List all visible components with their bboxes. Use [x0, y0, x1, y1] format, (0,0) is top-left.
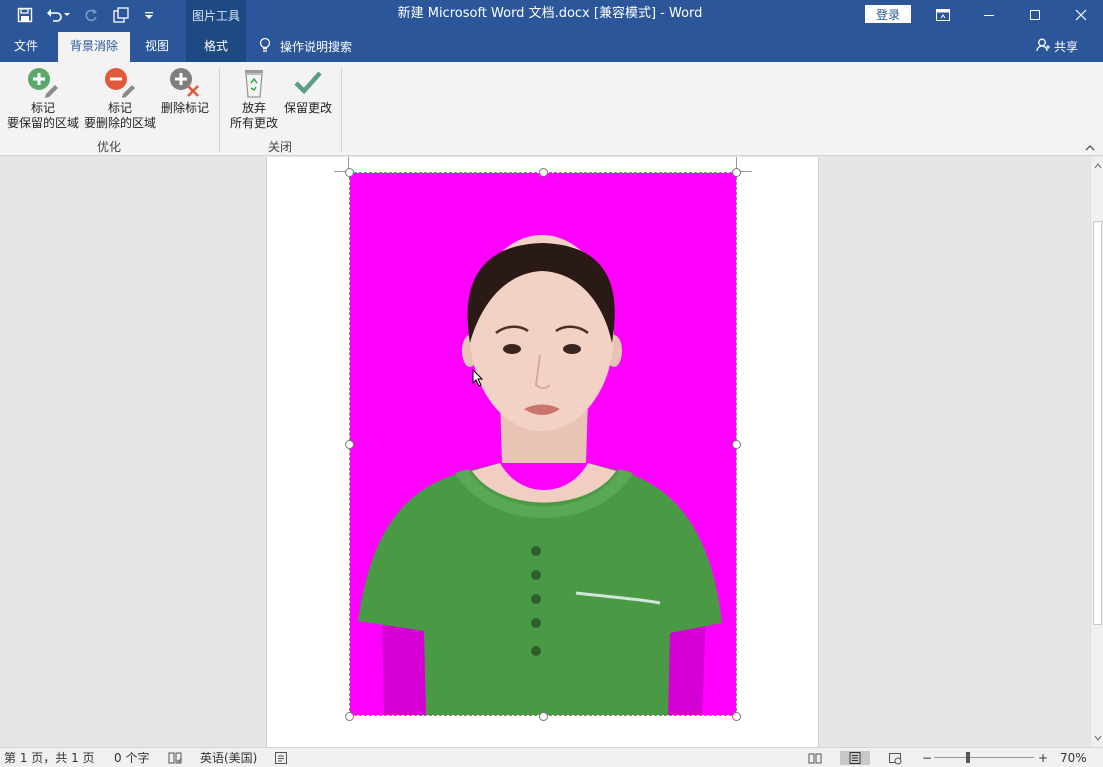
title-bar: 图片工具 新建 Microsoft Word 文档.docx [兼容模式] - …: [0, 0, 1103, 30]
discard-line1: 放弃: [241, 101, 266, 115]
plus-pencil-icon: [26, 66, 60, 100]
zoom-slider-track[interactable]: [934, 757, 1034, 758]
resize-handle-top[interactable]: [539, 168, 548, 177]
zoom-out-icon[interactable]: −: [922, 748, 932, 767]
status-bar: 第 1 页，共 1 页 0 个字 英语(美国) − + 70%: [0, 747, 1103, 767]
mark-keep-line1: 标记: [30, 101, 55, 115]
delete-mark-button[interactable]: 删除标记: [158, 66, 212, 116]
mark-remove-line1: 标记: [107, 101, 132, 115]
keep-changes-label: 保留更改: [283, 101, 332, 115]
group-close-label: 关闭: [267, 140, 292, 154]
mouse-cursor-icon: [472, 368, 484, 390]
scrollbar-thumb[interactable]: [1093, 221, 1102, 625]
portrait-photo: [350, 173, 736, 715]
mark-keep-line2: 要保留的区域: [6, 116, 79, 130]
selected-picture[interactable]: [349, 172, 737, 716]
window-title: 新建 Microsoft Word 文档.docx [兼容模式] - Word: [397, 6, 703, 21]
group-separator: [341, 68, 342, 152]
close-icon[interactable]: [1058, 0, 1103, 30]
document-area[interactable]: [0, 157, 1090, 747]
picture-tools-header: 图片工具: [186, 0, 246, 30]
tab-format[interactable]: 格式: [186, 30, 246, 62]
tell-me-search[interactable]: 操作说明搜索: [258, 30, 352, 62]
zoom-slider-thumb[interactable]: [966, 752, 970, 763]
zoom-in-icon[interactable]: +: [1038, 748, 1048, 767]
resize-handle-right[interactable]: [732, 440, 741, 449]
resize-handle-bottom-right[interactable]: [732, 712, 741, 721]
proofing-icon[interactable]: [168, 751, 182, 765]
delete-mark-label: 删除标记: [160, 101, 209, 115]
tab-file[interactable]: 文件: [0, 30, 52, 62]
login-button[interactable]: 登录: [865, 5, 911, 23]
resize-handle-bottom[interactable]: [539, 712, 548, 721]
resize-handle-bottom-left[interactable]: [345, 712, 354, 721]
minimize-icon[interactable]: [966, 0, 1012, 30]
print-layout-icon[interactable]: [840, 751, 870, 765]
tab-background-removal[interactable]: 背景消除: [58, 32, 130, 62]
scroll-up-icon[interactable]: [1091, 159, 1103, 173]
language[interactable]: 英语(美国): [200, 748, 257, 767]
ribbon: 标记 要保留的区域 标记 要删除的区域 删除标记 优化 放弃 所有更改 保留更改…: [0, 62, 1103, 156]
redo-icon[interactable]: [80, 4, 102, 26]
minus-pencil-icon: [103, 66, 137, 100]
share-label: 共享: [1054, 39, 1079, 54]
undo-dropdown-icon[interactable]: [62, 4, 72, 26]
person-icon: [1036, 38, 1050, 55]
delete-mark-icon: [168, 66, 202, 100]
read-mode-icon[interactable]: [808, 751, 822, 765]
discard-line2: 所有更改: [229, 116, 278, 130]
resize-handle-left[interactable]: [345, 440, 354, 449]
macro-recording-icon[interactable]: [274, 751, 288, 765]
mark-areas-to-remove-button[interactable]: 标记 要删除的区域: [82, 66, 158, 131]
resize-handle-top-right[interactable]: [732, 168, 741, 177]
mark-remove-line2: 要删除的区域: [83, 116, 156, 130]
share-button[interactable]: 共享: [1036, 30, 1078, 62]
recycle-bin-icon: [237, 66, 271, 100]
mark-areas-to-keep-button[interactable]: 标记 要保留的区域: [6, 66, 80, 131]
checkmark-icon: [291, 66, 325, 100]
touch-mode-icon[interactable]: [110, 4, 132, 26]
vertical-scrollbar[interactable]: [1090, 157, 1103, 747]
word-count[interactable]: 0 个字: [114, 748, 149, 767]
group-separator: [219, 68, 220, 152]
maximize-icon[interactable]: [1012, 0, 1058, 30]
resize-handle-top-left[interactable]: [345, 168, 354, 177]
save-icon[interactable]: [14, 4, 36, 26]
ribbon-display-options-icon[interactable]: [920, 0, 966, 30]
discard-all-changes-button[interactable]: 放弃 所有更改: [226, 66, 282, 131]
web-layout-icon[interactable]: [888, 751, 902, 765]
tab-view[interactable]: 视图: [132, 30, 182, 62]
customize-qat-icon[interactable]: [138, 4, 160, 26]
collapse-ribbon-icon[interactable]: [1084, 142, 1098, 154]
page-count[interactable]: 第 1 页，共 1 页: [4, 748, 95, 767]
lightbulb-icon: [258, 37, 272, 56]
scroll-down-icon[interactable]: [1091, 731, 1103, 745]
ribbon-tabs: 文件 背景消除 视图 格式 操作说明搜索 共享: [0, 30, 1103, 62]
keep-changes-button[interactable]: 保留更改: [282, 66, 334, 116]
tell-me-label: 操作说明搜索: [280, 39, 353, 54]
group-refine-label: 优化: [96, 140, 121, 154]
zoom-level[interactable]: 70%: [1060, 748, 1087, 767]
